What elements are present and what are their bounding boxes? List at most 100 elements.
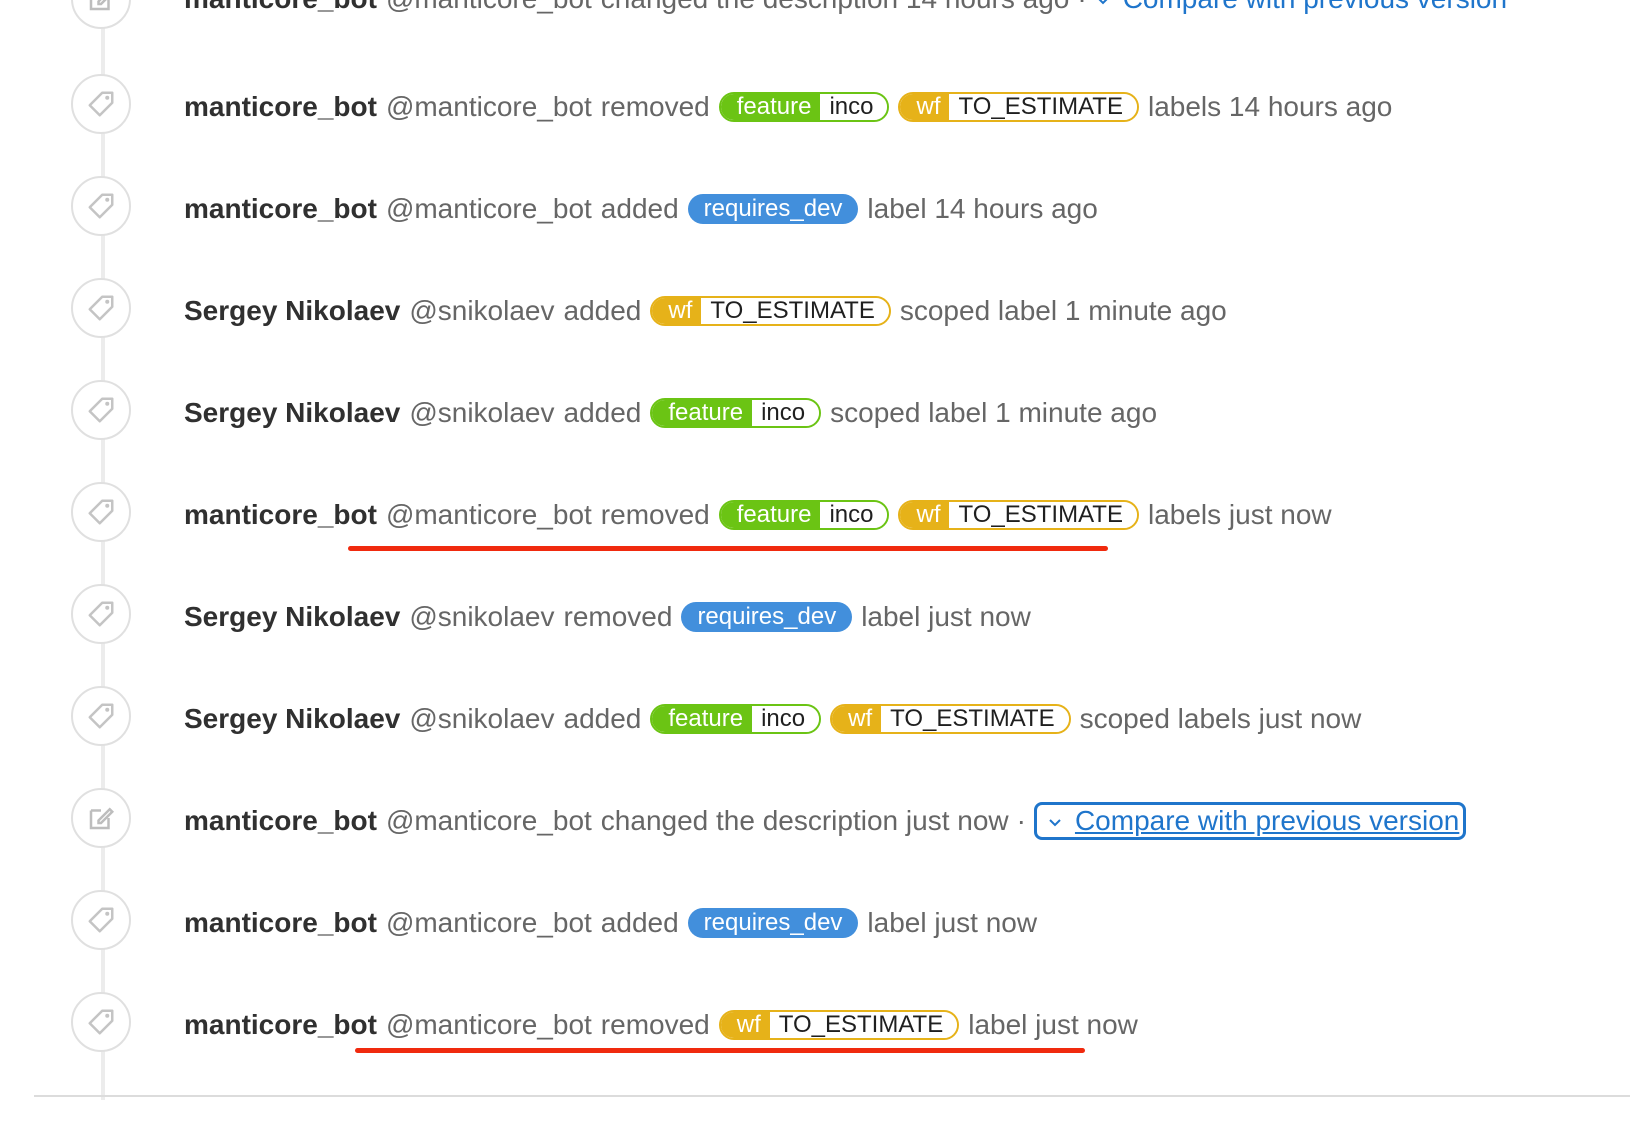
author-name[interactable]: manticore_bot (184, 803, 377, 839)
scoped-label-feature[interactable]: feature inco (718, 500, 890, 530)
label-value: inco (752, 400, 820, 426)
chevron-down-icon (1095, 0, 1109, 6)
timeline-event: manticore_bot @manticore_bot added requi… (0, 890, 1630, 992)
compare-version-label: Compare with previous version (1074, 805, 1460, 836)
label-icon (71, 74, 131, 134)
timeline-event: Sergey Nikolaev @snikolaev added feature… (0, 380, 1630, 482)
author-handle[interactable]: @snikolaev (409, 395, 554, 431)
author-handle[interactable]: @manticore_bot (386, 905, 592, 941)
label-scope: feature (652, 400, 753, 426)
event-action: added (563, 703, 642, 734)
author-name[interactable]: Sergey Nikolaev (184, 293, 400, 329)
label-value: TO_ESTIMATE (881, 706, 1069, 732)
event-suffix: scoped label 1 minute ago (830, 397, 1158, 428)
author-handle[interactable]: @manticore_bot (386, 803, 592, 839)
label-requires-dev[interactable]: requires_dev (687, 194, 859, 224)
label-value: TO_ESTIMATE (949, 502, 1137, 528)
timeline-event: manticore_bot @manticore_bot changed the… (0, 0, 1630, 71)
label-scope: wf (832, 706, 882, 732)
label-scope: feature (652, 706, 753, 732)
event-suffix: label just now (867, 907, 1038, 938)
timeline-event: manticore_bot @manticore_bot removed fea… (0, 482, 1630, 584)
label-value: TO_ESTIMATE (769, 1012, 958, 1038)
author-name[interactable]: Sergey Nikolaev (184, 701, 400, 737)
event-suffix: scoped label 1 minute ago (899, 295, 1227, 326)
event-action: changed the description 14 hours ago (601, 0, 1070, 17)
label-icon (71, 890, 131, 950)
event-suffix: label just now (968, 1009, 1138, 1040)
edit-icon (71, 0, 131, 29)
label-icon (71, 380, 131, 440)
label-icon (71, 992, 131, 1052)
author-name[interactable]: manticore_bot (184, 497, 377, 533)
timeline-event: manticore_bot @manticore_bot added requi… (0, 176, 1630, 278)
label-value: TO_ESTIMATE (701, 298, 889, 324)
author-handle[interactable]: @manticore_bot (386, 89, 592, 125)
author-handle[interactable]: @manticore_bot (386, 1007, 592, 1043)
author-name[interactable]: Sergey Nikolaev (184, 395, 400, 431)
separator: · (1016, 805, 1026, 836)
label-icon (71, 278, 131, 338)
event-suffix: labels 14 hours ago (1147, 91, 1393, 122)
label-value: TO_ESTIMATE (949, 94, 1137, 120)
scoped-label-feature[interactable]: feature inco (650, 398, 822, 428)
event-action: removed (600, 499, 710, 530)
event-action: added (600, 907, 679, 938)
label-scope: wf (652, 298, 702, 324)
label-scope: wf (720, 1012, 770, 1038)
scoped-label-wf[interactable]: wf TO_ESTIMATE (898, 92, 1139, 122)
label-requires-dev[interactable]: requires_dev (681, 602, 853, 632)
event-action: changed the description just now (600, 805, 1009, 836)
author-name[interactable]: Sergey Nikolaev (184, 599, 400, 635)
timeline-event: manticore_bot @manticore_bot removed wf … (0, 992, 1630, 1094)
timeline-event: manticore_bot @manticore_bot changed the… (0, 788, 1630, 890)
timeline-event: manticore_bot @manticore_bot removed fea… (0, 74, 1630, 176)
event-action: added (563, 397, 642, 428)
author-handle[interactable]: @snikolaev (409, 293, 554, 329)
label-value: inco (820, 94, 888, 120)
scoped-label-wf[interactable]: wf TO_ESTIMATE (898, 500, 1139, 530)
scoped-label-feature[interactable]: feature inco (718, 92, 890, 122)
author-name[interactable]: manticore_bot (184, 191, 377, 227)
event-action: added (600, 193, 679, 224)
label-icon (71, 686, 131, 746)
scoped-label-feature[interactable]: feature inco (650, 704, 822, 734)
event-suffix: label just now (861, 601, 1031, 632)
event-action: added (563, 295, 642, 326)
label-scope: wf (900, 94, 950, 120)
scoped-label-wf[interactable]: wf TO_ESTIMATE (718, 1010, 960, 1040)
author-handle[interactable]: @snikolaev (409, 701, 554, 737)
author-name[interactable]: manticore_bot (184, 905, 377, 941)
author-handle[interactable]: @snikolaev (409, 599, 554, 635)
author-name[interactable]: manticore_bot (184, 1007, 377, 1043)
red-annotation-underline (355, 1048, 1085, 1053)
author-handle[interactable]: @manticore_bot (386, 191, 592, 227)
label-requires-dev[interactable]: requires_dev (687, 908, 859, 938)
event-suffix: labels just now (1147, 499, 1332, 530)
event-action: removed (600, 1009, 710, 1040)
author-handle[interactable]: @manticore_bot (386, 0, 592, 17)
label-scope: wf (900, 502, 950, 528)
compare-version-label: Compare with previous version (1123, 0, 1507, 17)
label-value: inco (820, 502, 888, 528)
author-name[interactable]: manticore_bot (184, 89, 377, 125)
timeline-event: Sergey Nikolaev @snikolaev added feature… (0, 686, 1630, 788)
author-handle[interactable]: @manticore_bot (386, 497, 592, 533)
label-icon (71, 584, 131, 644)
label-scope: feature (720, 502, 821, 528)
scoped-label-wf[interactable]: wf TO_ESTIMATE (650, 296, 891, 326)
timeline-event: Sergey Nikolaev @snikolaev added wf TO_E… (0, 278, 1630, 380)
scoped-label-wf[interactable]: wf TO_ESTIMATE (830, 704, 1071, 734)
label-icon (71, 482, 131, 542)
author-name[interactable]: manticore_bot (184, 0, 377, 17)
timeline-event: Sergey Nikolaev @snikolaev removed requi… (0, 584, 1630, 686)
compare-version-button[interactable]: Compare with previous version (1033, 802, 1467, 840)
chevron-down-icon (1047, 814, 1061, 828)
separator: · (1077, 0, 1086, 17)
label-icon (71, 176, 131, 236)
event-action: removed (600, 91, 710, 122)
event-suffix: scoped labels just now (1079, 703, 1362, 734)
compare-version-button[interactable]: Compare with previous version (1095, 0, 1507, 17)
event-action: removed (563, 601, 673, 632)
edit-icon (71, 788, 131, 848)
